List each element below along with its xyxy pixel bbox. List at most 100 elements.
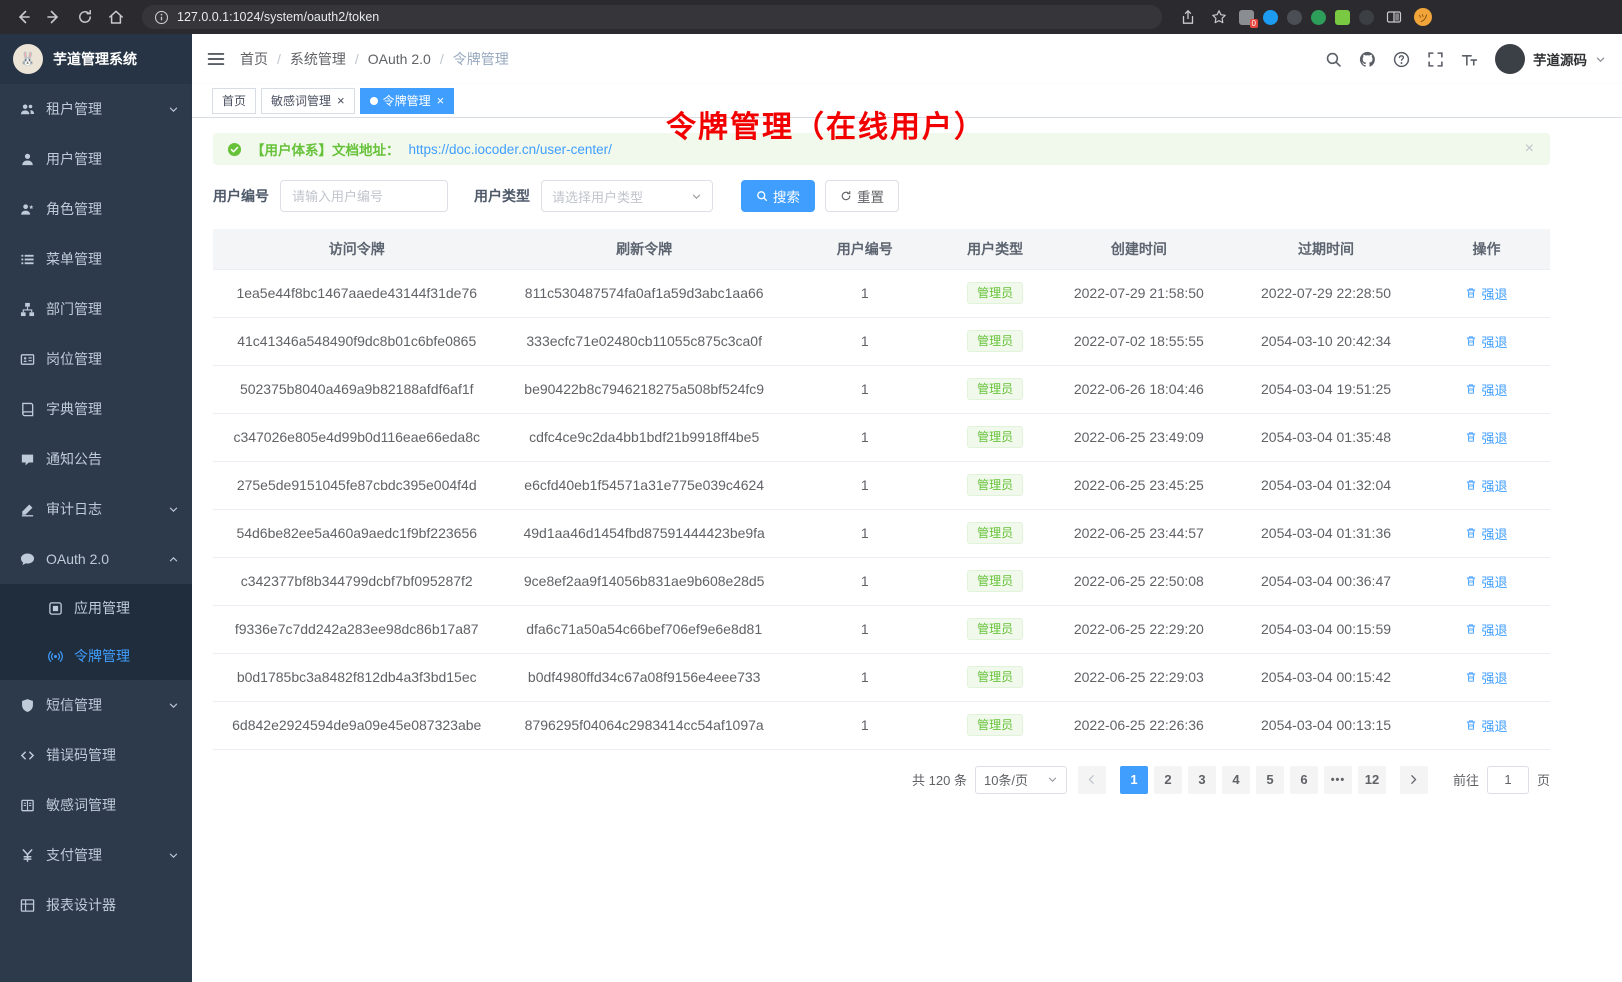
goto-page-input[interactable]: [1487, 766, 1529, 794]
page-buttons: 123456•••12: [1117, 766, 1389, 794]
sidebar-item[interactable]: 敏感词管理: [0, 780, 192, 830]
page-button[interactable]: •••: [1324, 766, 1352, 794]
reset-button[interactable]: 重置: [825, 180, 899, 212]
next-page-button[interactable]: [1400, 766, 1428, 794]
user-type-cell: 管理员: [942, 365, 1049, 413]
share-button[interactable]: [1177, 6, 1199, 28]
chevron-down-icon: [168, 850, 179, 861]
user-menu[interactable]: 芋道源码: [1495, 44, 1606, 74]
hamburger-menu-icon[interactable]: [207, 50, 225, 68]
sidebar-item[interactable]: 支付管理: [0, 830, 192, 880]
doc-link[interactable]: https://doc.iocoder.cn/user-center/: [409, 142, 612, 157]
expire-time-cell: 2054-03-04 01:32:04: [1229, 461, 1423, 509]
tab-label: 令牌管理: [383, 92, 431, 109]
sidebar-item[interactable]: 短信管理: [0, 680, 192, 730]
help-icon[interactable]: [1393, 51, 1410, 68]
access-token-cell: 275e5de9151045fe87cbdc395e004f4d: [213, 461, 500, 509]
address-bar[interactable]: 127.0.0.1:1024/system/oauth2/token: [142, 5, 1162, 29]
user-id-input[interactable]: [280, 180, 448, 212]
prev-page-button[interactable]: [1078, 766, 1106, 794]
breadcrumb-item[interactable]: OAuth 2.0: [368, 51, 431, 67]
user-type-cell: 管理员: [942, 509, 1049, 557]
search-icon[interactable]: [1325, 51, 1342, 68]
extension-icon[interactable]: [1359, 10, 1374, 25]
sidebar-subitem[interactable]: 应用管理: [0, 584, 192, 632]
tab-split-button[interactable]: [1383, 6, 1405, 28]
sidebar-item-label: 错误码管理: [46, 745, 116, 765]
chevron-right-icon: [1408, 774, 1419, 785]
home-button[interactable]: [105, 6, 127, 28]
table-row: c347026e805e4d99b0d116eae66eda8ccdfc4ce9…: [213, 413, 1550, 461]
extension-icon[interactable]: [1335, 10, 1350, 25]
sidebar-subitem[interactable]: 令牌管理: [0, 632, 192, 680]
force-logout-button[interactable]: 强退: [1465, 620, 1507, 639]
force-logout-button[interactable]: 强退: [1465, 668, 1507, 687]
total-count: 共 120 条: [912, 770, 967, 789]
force-logout-button[interactable]: 强退: [1465, 716, 1507, 735]
sidebar-item[interactable]: 角色管理: [0, 184, 192, 234]
sidebar-item[interactable]: 用户管理: [0, 134, 192, 184]
access-token-cell: 54d6be82ee5a460a9aedc1f9bf223656: [213, 509, 500, 557]
sidebar-item[interactable]: 报表设计器: [0, 880, 192, 930]
alert-text: 【用户体系】文档地址：: [251, 139, 400, 159]
tab-label: 敏感词管理: [271, 92, 331, 109]
close-icon[interactable]: ×: [436, 94, 445, 107]
page-button[interactable]: 12: [1358, 766, 1386, 794]
app-logo[interactable]: 🐰 芋道管理系统: [0, 34, 192, 84]
bookmark-star-button[interactable]: [1208, 6, 1230, 28]
github-icon[interactable]: [1359, 51, 1376, 68]
sidebar-item[interactable]: 通知公告: [0, 434, 192, 484]
page-button[interactable]: 2: [1154, 766, 1182, 794]
refresh-token-cell: cdfc4ce9c2da4bb1bdf21b9918ff4be5: [500, 413, 787, 461]
page-button[interactable]: 5: [1256, 766, 1284, 794]
sidebar-item[interactable]: 字典管理: [0, 384, 192, 434]
fullscreen-icon[interactable]: [1427, 51, 1444, 68]
column-header: 操作: [1423, 229, 1550, 269]
page-button[interactable]: 6: [1290, 766, 1318, 794]
extension-icon[interactable]: 0: [1239, 10, 1254, 25]
extension-icon[interactable]: [1263, 10, 1278, 25]
column-header: 访问令牌: [213, 229, 500, 269]
force-logout-button[interactable]: 强退: [1465, 380, 1507, 399]
breadcrumb-item[interactable]: 首页: [240, 49, 268, 69]
search-button[interactable]: 搜索: [741, 180, 815, 212]
user-type-select[interactable]: 请选择用户类型: [541, 180, 713, 212]
font-size-icon[interactable]: [1461, 51, 1478, 68]
force-logout-button[interactable]: 强退: [1465, 572, 1507, 591]
sidebar-item-label: 敏感词管理: [46, 795, 116, 815]
page-button[interactable]: 1: [1120, 766, 1148, 794]
sidebar-item[interactable]: 部门管理: [0, 284, 192, 334]
page-size-select[interactable]: 10条/页: [975, 766, 1067, 794]
force-logout-button[interactable]: 强退: [1465, 332, 1507, 351]
force-logout-button[interactable]: 强退: [1465, 476, 1507, 495]
sidebar-subitem-label: 令牌管理: [74, 646, 130, 666]
force-logout-button[interactable]: 强退: [1465, 524, 1507, 543]
user-type-cell: 管理员: [942, 605, 1049, 653]
force-logout-button[interactable]: 强退: [1465, 284, 1507, 303]
site-info-icon[interactable]: [154, 10, 169, 25]
refresh-token-cell: b0df4980ffd34c67a08f9156e4eee733: [500, 653, 787, 701]
sidebar-item[interactable]: OAuth 2.0: [0, 534, 192, 584]
page-button[interactable]: 3: [1188, 766, 1216, 794]
sidebar-item[interactable]: 菜单管理: [0, 234, 192, 284]
back-button[interactable]: [12, 6, 34, 28]
force-logout-button[interactable]: 强退: [1465, 428, 1507, 447]
breadcrumb-item[interactable]: 系统管理: [290, 49, 346, 69]
sidebar-item[interactable]: 租户管理: [0, 84, 192, 134]
forward-button[interactable]: [43, 6, 65, 28]
sidebar-item[interactable]: 错误码管理: [0, 730, 192, 780]
view-tab[interactable]: 首页: [212, 88, 256, 114]
pay-icon: [20, 848, 35, 863]
view-tab[interactable]: 敏感词管理 ×: [261, 88, 355, 114]
extension-icon[interactable]: [1311, 10, 1326, 25]
sidebar-item[interactable]: 岗位管理: [0, 334, 192, 384]
browser-profile-avatar[interactable]: ツ: [1414, 8, 1432, 26]
user-type-badge: 管理员: [967, 522, 1023, 544]
close-icon[interactable]: ×: [336, 94, 345, 107]
close-icon[interactable]: ×: [1525, 140, 1534, 158]
reload-button[interactable]: [74, 6, 96, 28]
sidebar-item[interactable]: 审计日志: [0, 484, 192, 534]
extension-icon[interactable]: [1287, 10, 1302, 25]
page-button[interactable]: 4: [1222, 766, 1250, 794]
view-tab[interactable]: 令牌管理 ×: [360, 88, 455, 114]
